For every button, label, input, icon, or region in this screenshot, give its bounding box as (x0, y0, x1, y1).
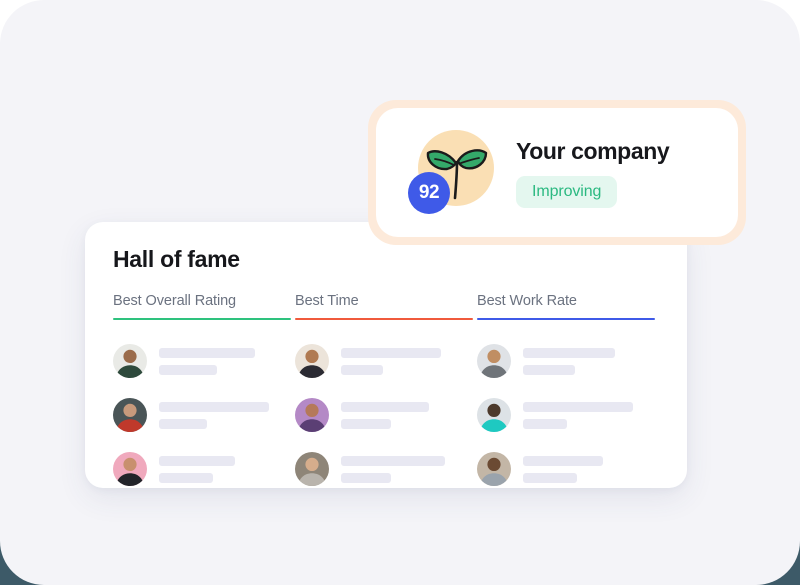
company-card[interactable]: 92 Your company Improving (376, 108, 738, 237)
avatar-man-grey-shirt (477, 344, 511, 378)
skeleton-line (159, 455, 235, 466)
skeleton-line (341, 401, 429, 412)
skeleton-line (341, 347, 441, 358)
list-item[interactable] (477, 390, 659, 440)
skeleton-line (523, 472, 577, 483)
skeleton-line (523, 364, 575, 375)
skeleton-line (159, 401, 269, 412)
page-title: Hall of fame (113, 246, 240, 272)
column-accent-rule (113, 318, 291, 320)
app-canvas: Hall of fame Best Overall Rating Best Tim… (0, 0, 800, 585)
list-item[interactable] (295, 336, 477, 386)
column-accent-rule (295, 318, 473, 320)
skeleton-line (523, 455, 603, 466)
skeleton-line (523, 418, 567, 429)
column-accent-rule (477, 318, 655, 320)
row-placeholder-lines (341, 347, 441, 375)
avatar-woman-purple-bg (295, 398, 329, 432)
row-placeholder-lines (523, 401, 633, 429)
hall-of-fame-card: Hall of fame Best Overall Rating Best Tim… (85, 222, 687, 488)
hall-of-fame-column: Best Time (295, 293, 477, 498)
row-placeholder-lines (341, 455, 445, 483)
row-placeholder-lines (523, 347, 615, 375)
status-badge: Improving (516, 175, 618, 208)
company-score-graphic: 92 (408, 129, 494, 216)
list-item[interactable] (477, 336, 659, 386)
avatar-man-teal-shirt (477, 398, 511, 432)
skeleton-line (159, 472, 213, 483)
skeleton-line (341, 455, 445, 466)
list-item[interactable] (477, 444, 659, 494)
skeleton-line (341, 418, 391, 429)
avatar-elder-person (295, 452, 329, 486)
skeleton-line (159, 364, 217, 375)
skeleton-line (341, 364, 383, 375)
skeleton-line (523, 347, 615, 358)
row-placeholder-lines (159, 455, 235, 483)
row-placeholder-lines (159, 347, 255, 375)
column-header: Best Overall Rating (113, 293, 237, 309)
list-item[interactable] (295, 390, 477, 440)
avatar-man-red-shirt (113, 398, 147, 432)
skeleton-line (523, 401, 633, 412)
avatar-man-green-shirt (113, 344, 147, 378)
list-item[interactable] (295, 444, 477, 494)
column-header: Best Time (295, 293, 359, 309)
list-item[interactable] (113, 336, 295, 386)
skeleton-line (341, 472, 391, 483)
list-item[interactable] (113, 390, 295, 440)
skeleton-line (159, 347, 255, 358)
row-placeholder-lines (341, 401, 429, 429)
row-placeholder-lines (523, 455, 603, 483)
avatar-man-with-cap (477, 452, 511, 486)
hall-of-fame-column: Best Overall Rating (113, 293, 295, 498)
column-header: Best Work Rate (477, 293, 577, 309)
company-score-badge: 92 (408, 171, 450, 214)
avatar-woman-light-bg (295, 344, 329, 378)
avatar-bearded-man-pink-bg (113, 452, 147, 486)
hall-of-fame-columns: Best Overall Rating Best Time Best Work Ra… (113, 293, 659, 498)
row-placeholder-lines (159, 401, 269, 429)
skeleton-line (159, 418, 207, 429)
company-name: Your company (516, 137, 670, 164)
hall-of-fame-column: Best Work Rate (477, 293, 659, 498)
list-item[interactable] (113, 444, 295, 494)
company-info: Your company Improving (516, 137, 670, 208)
